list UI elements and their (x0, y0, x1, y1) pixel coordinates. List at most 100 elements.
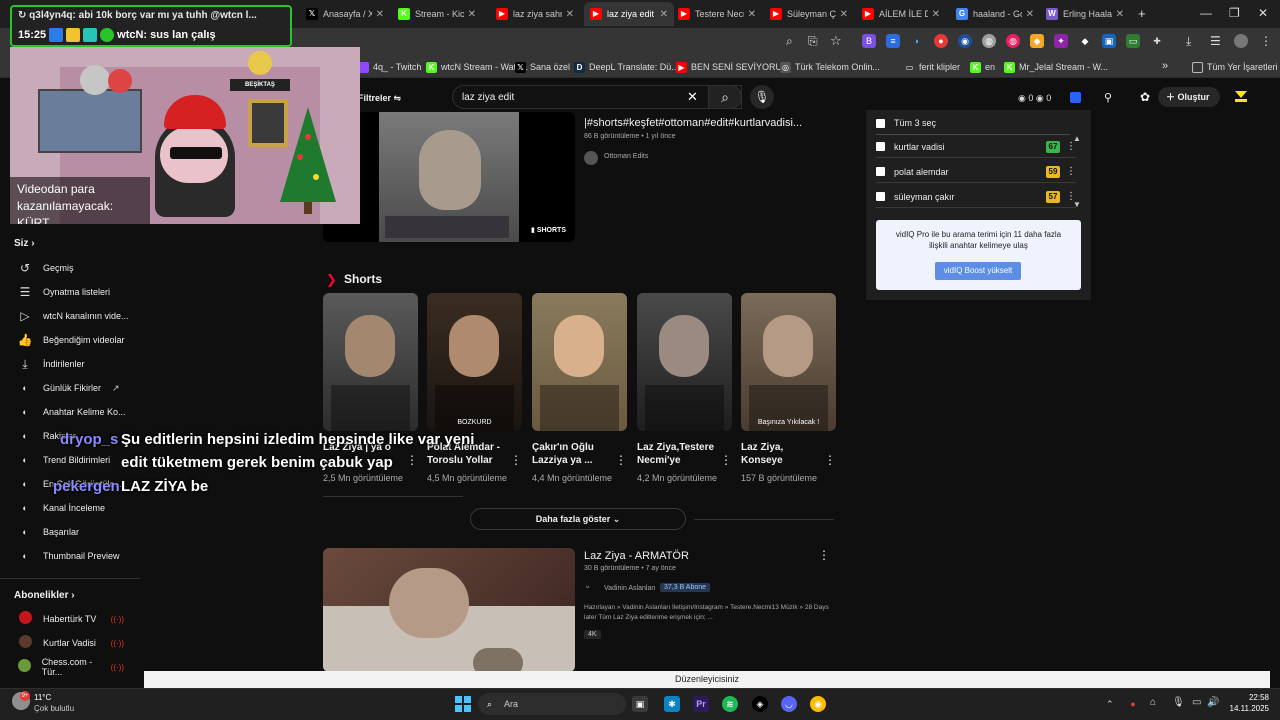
zoom-icon[interactable]: ⌕ (786, 34, 793, 49)
close-tab-icon[interactable]: ✕ (660, 9, 668, 20)
menu-icon[interactable]: ⋮ (1260, 34, 1272, 48)
weather-temp[interactable]: 11°C (34, 693, 51, 702)
short-title[interactable]: Laz Ziya, Konseye Racon... (741, 441, 819, 469)
close-window-icon[interactable]: ✕ (1258, 6, 1268, 20)
short-card[interactable]: Laz Ziya,Testere Necmi'ye racon... ⋮4,2 M… (637, 293, 732, 484)
browser-tab[interactable]: 𝕏 Anasayfa / X ✕ (300, 2, 390, 26)
extension-icon[interactable]: ● (934, 34, 948, 48)
sidebar-item[interactable]: ◐ Thumbnail Preview (0, 544, 140, 568)
close-tab-icon[interactable]: ✕ (1026, 9, 1034, 20)
browser-tab[interactable]: ▶ Testere Necmi ✕ (672, 2, 762, 26)
bookmark-item[interactable]: 𝕏 Sana özel (515, 58, 570, 76)
weather-desc[interactable]: Çok bulutlu (34, 704, 74, 713)
video-title[interactable]: |#shorts#keşfet#ottoman#edit#kurtlarvadi… (584, 117, 814, 129)
premiere-icon[interactable]: Pr (693, 696, 709, 712)
subscriptions-heading[interactable]: Abonelikler › (14, 590, 75, 601)
settings-icon[interactable]: ✿ (1140, 90, 1150, 104)
chevron-right-icon[interactable]: » (1162, 60, 1168, 72)
sidebar-item[interactable]: 👍 Beğendiğim videolar (0, 328, 140, 352)
browser-tab[interactable]: K Stream - Kick ✕ (392, 2, 482, 26)
sidebar-item[interactable]: ↺ Geçmiş (0, 256, 140, 280)
task-view-icon[interactable]: ▣ (632, 696, 648, 712)
sidebar-item[interactable]: ⤓ İndirilenler (0, 352, 140, 376)
all-bookmarks[interactable]: Tüm Yer İşaretleri (1192, 58, 1278, 76)
clear-search-icon[interactable]: ✕ (687, 89, 698, 105)
spotify-icon[interactable]: ≋ (722, 696, 738, 712)
tab-search-icon[interactable]: ☰ (1210, 34, 1221, 48)
short-thumbnail[interactable]: BOZKURD (427, 293, 522, 431)
keyword-row[interactable]: polat alemdar 59 ⋮ (876, 161, 1076, 183)
close-tab-icon[interactable]: ✕ (932, 9, 940, 20)
bookmark-item[interactable]: K Mr_Jelal Stream - W... (1004, 58, 1108, 76)
video-title[interactable]: Laz Ziya - ARMATÖR (584, 550, 689, 562)
download-icon[interactable]: ⤓ (1186, 34, 1191, 49)
subscription-item[interactable]: Chess.com - Tür... ((·)) (0, 655, 140, 679)
tray-icon[interactable]: ● (1127, 698, 1139, 710)
create-button[interactable]: ＋ Oluştur (1158, 87, 1220, 107)
close-tab-icon[interactable]: ✕ (468, 9, 476, 20)
microphone-icon[interactable]: 🎙 (1172, 697, 1185, 708)
browser-tab[interactable]: Ghaaland - Go ✕ (950, 2, 1040, 26)
close-tab-icon[interactable]: ✕ (748, 9, 756, 20)
scroll-up-icon[interactable]: ▲ (1073, 134, 1081, 143)
you-section-heading[interactable]: Siz › (14, 238, 35, 249)
more-options-icon[interactable]: ⋮ (818, 548, 830, 562)
more-options-icon[interactable]: ⋮ (824, 453, 836, 467)
install-icon[interactable]: ⎘ (808, 34, 818, 49)
channel-avatar[interactable]: ᐡ (586, 584, 589, 593)
extension-icon[interactable]: ≡ (886, 34, 900, 48)
extension-icon[interactable]: ▣ (1102, 34, 1116, 48)
app-icon[interactable]: ✱ (664, 696, 680, 712)
bookmark-star-icon[interactable]: ☆ (830, 33, 842, 49)
clock-date[interactable]: 14.11.2025 (1227, 704, 1269, 713)
subscription-item[interactable]: Habertürk TV ((·)) (0, 607, 140, 631)
more-options-icon[interactable]: ⋮ (720, 453, 732, 467)
more-options-icon[interactable]: ⋮ (510, 453, 522, 467)
extension-icon[interactable]: ✦ (1054, 34, 1068, 48)
short-card[interactable]: Başınıza Yıkılacak ! Laz Ziya, Konseye Ra… (741, 293, 836, 484)
extension-icon[interactable]: ◗ (910, 34, 924, 48)
discord-icon[interactable]: ◡ (781, 696, 797, 712)
voice-search-button[interactable]: 🎙 (750, 85, 774, 109)
checkbox[interactable] (876, 192, 885, 201)
extensions-puzzle-icon[interactable]: ✚ (1150, 34, 1164, 48)
short-card[interactable]: BOZKURD Polat Alemdar - Toroslu Yollar ⋮ 4,… (427, 293, 522, 484)
keyword-row[interactable]: kurtlar vadisi 67 ⋮ (876, 136, 1076, 158)
video-thumbnail[interactable]: ▮ SHORTS (323, 112, 575, 242)
extension-icon[interactable]: ◆ (1030, 34, 1044, 48)
extension-icon[interactable]: ◍ (1006, 34, 1020, 48)
show-more-button[interactable]: Daha fazla göster ⌄ (470, 508, 686, 530)
checkbox[interactable] (876, 142, 885, 151)
sidebar-item[interactable]: ▷ wtcN kanalının vide... (0, 304, 140, 328)
channel-avatar[interactable] (584, 151, 598, 165)
browser-tab[interactable]: ▶ Süleyman Ç ✕ (764, 2, 854, 26)
bookmark-item[interactable]: Ken (970, 58, 995, 76)
cast-icon[interactable]: ⚲ (1104, 91, 1112, 104)
sidebar-item[interactable]: ☰ Oynatma listeleri (0, 280, 140, 304)
search-button[interactable]: ⌕ (708, 85, 742, 109)
close-tab-icon[interactable]: ✕ (566, 9, 574, 20)
app-icon[interactable]: ◈ (752, 696, 768, 712)
minimize-icon[interactable]: — (1200, 6, 1212, 20)
search-input[interactable] (462, 90, 682, 104)
close-tab-icon[interactable]: ✕ (376, 9, 384, 20)
bookmark-item[interactable]: ▶ BEN SENİ SEVİYORU... (676, 58, 790, 76)
search-box[interactable]: ✕ (452, 85, 742, 109)
bookmark-item[interactable]: ▭ ferit klipler (904, 58, 960, 76)
channel-name[interactable]: Ottoman Edits (604, 153, 648, 160)
filters-button[interactable]: Filtreler ⇋ (358, 93, 401, 104)
close-tab-icon[interactable]: ✕ (1116, 9, 1124, 20)
extension-icon[interactable]: B (862, 34, 876, 48)
checkbox[interactable] (876, 118, 885, 128)
extension-icon[interactable]: ◉ (958, 34, 972, 48)
browser-tab[interactable]: ▶ AİLEM İLE D ✕ (856, 2, 946, 26)
vidiq-boost-button[interactable]: vidIQ Boost yükselt (935, 262, 1021, 280)
short-thumbnail[interactable] (637, 293, 732, 431)
short-thumbnail[interactable] (323, 293, 418, 431)
keyword-row[interactable]: süleyman çakır 57 ⋮ (876, 186, 1076, 208)
more-options-icon[interactable]: ⋮ (406, 453, 418, 467)
channel-name[interactable]: Vadinin Aslanları (604, 585, 656, 592)
tray-icon[interactable]: ⌂ (1150, 697, 1156, 708)
short-title[interactable]: Laz Ziya,Testere Necmi'ye racon... (637, 441, 715, 469)
windows-start-icon[interactable] (455, 696, 471, 712)
